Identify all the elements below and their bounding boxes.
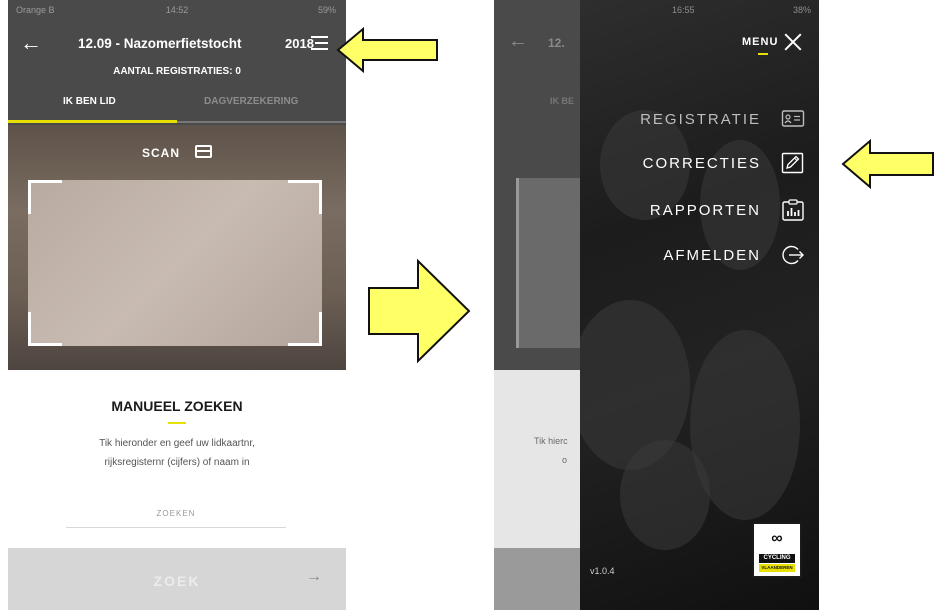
- annotation-arrow-left: [841, 138, 934, 190]
- underlying-title: 12.: [548, 36, 565, 50]
- app-header: Orange B 14:52 59% ← 12.09 - Nazomerfiet…: [8, 0, 346, 125]
- status-bar: Orange B 14:52 59%: [8, 0, 346, 22]
- menu-title: MENU: [742, 36, 779, 48]
- manual-search-title: MANUEEL ZOEKEN: [111, 398, 243, 414]
- menu-item-correcties[interactable]: CORRECTIES: [585, 148, 805, 178]
- zoek-button[interactable]: ZOEK →: [8, 548, 346, 610]
- back-arrow-icon: ←: [508, 30, 528, 52]
- active-tab-indicator: [8, 120, 177, 123]
- scan-frame-corner: [28, 312, 62, 346]
- clipboard-chart-icon: [782, 199, 804, 221]
- background-photo: [620, 440, 710, 550]
- scan-target-area: [28, 180, 322, 346]
- cycling-vlaanderen-logo: ∞ CYCLING VLAANDEREN: [752, 522, 802, 578]
- logo-text: CYCLING: [759, 554, 795, 563]
- phone-screen-scan: Orange B 14:52 59% ← 12.09 - Nazomerfiet…: [8, 0, 346, 610]
- menu-item-label: REGISTRATIE: [640, 111, 761, 128]
- phone-screen-menu: ← 12. IK BE Tik hierc o 16:55 38% MENU R…: [494, 0, 819, 610]
- scan-frame-corner: [288, 180, 322, 214]
- description-line: Tik hieronder en geef uw lidkaartnr,: [99, 438, 255, 449]
- underlying-tab: IK BE: [550, 96, 575, 106]
- logout-icon: [782, 245, 804, 265]
- underlying-camera: [516, 178, 586, 348]
- tab-ik-ben-lid[interactable]: IK BEN LID: [63, 96, 116, 107]
- battery-label: 38%: [792, 5, 811, 15]
- event-year: 2018: [285, 36, 314, 51]
- logo-symbol: ∞: [771, 530, 783, 547]
- annotation-arrow-left: [336, 26, 438, 74]
- scan-label[interactable]: SCAN: [142, 146, 180, 160]
- underlying-text-line: Tik hierc: [534, 436, 568, 446]
- manual-search-description: Tik hieronder en geef uw lidkaartnr, rij…: [48, 434, 306, 472]
- title-accent-line: [758, 53, 768, 55]
- menu-item-label: RAPPORTEN: [649, 202, 761, 219]
- tab-dagverzekering[interactable]: DAGVERZEKERING: [204, 96, 298, 107]
- arrow-right-icon: →: [306, 568, 322, 585]
- menu-item-rapporten[interactable]: RAPPORTEN: [585, 195, 805, 225]
- event-title: 12.09 - Nazomerfietstocht: [78, 36, 242, 51]
- hamburger-menu-icon[interactable]: [311, 33, 329, 53]
- menu-item-afmelden[interactable]: AFMELDEN: [585, 240, 805, 270]
- pencil-icon: [781, 152, 804, 174]
- zoek-button-label: ZOEK: [153, 573, 201, 589]
- underlying-text-line: o: [562, 455, 568, 465]
- search-input[interactable]: [66, 500, 286, 528]
- close-icon[interactable]: [783, 32, 803, 52]
- annotation-arrow-right: [368, 258, 471, 364]
- menu-item-registratie[interactable]: REGISTRATIE: [585, 104, 805, 134]
- underlying-text: Tik hierc o: [534, 432, 568, 470]
- underlying-screen: ← 12. IK BE Tik hierc o: [494, 0, 586, 610]
- scan-frame-corner: [288, 312, 322, 346]
- status-time: 14:52: [165, 5, 189, 15]
- tab-divider: [177, 121, 346, 123]
- underlying-button: [494, 548, 580, 610]
- battery-label: 59%: [317, 5, 336, 15]
- logo-text: VLAANDEREN: [759, 564, 795, 572]
- status-time: 16:55: [672, 5, 695, 15]
- menu-item-label: CORRECTIES: [642, 155, 761, 172]
- id-card-icon: [781, 110, 805, 127]
- side-menu: 16:55 38% MENU REGISTRATIE CORRECTIES RA…: [580, 0, 819, 610]
- back-arrow-icon[interactable]: ←: [20, 32, 46, 56]
- app-version: v1.0.4: [590, 566, 615, 576]
- menu-item-label: AFMELDEN: [663, 247, 761, 264]
- scan-frame-corner: [28, 180, 62, 214]
- registration-count: AANTAL REGISTRATIES: 0: [113, 66, 241, 77]
- card-scan-icon[interactable]: [195, 145, 212, 158]
- description-line: rijksregisternr (cijfers) of naam in: [104, 457, 250, 468]
- title-accent-line: [168, 422, 186, 424]
